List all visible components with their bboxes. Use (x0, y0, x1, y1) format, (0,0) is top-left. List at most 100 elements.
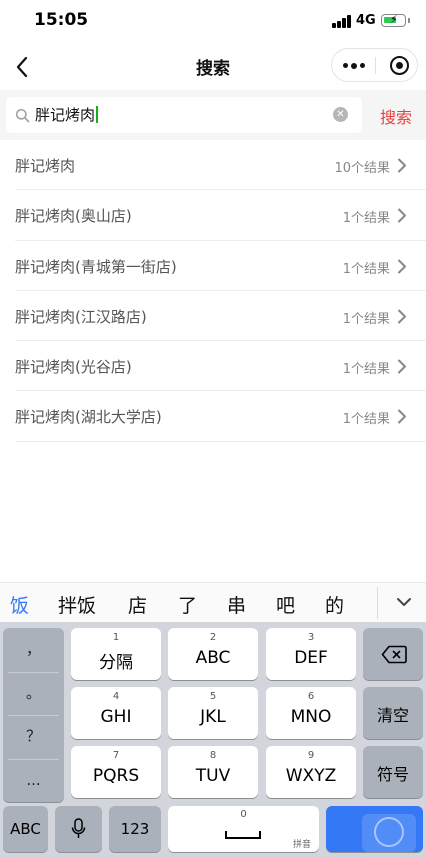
key-5[interactable]: 5 JKL (168, 687, 258, 739)
key-number: 6 (307, 691, 315, 702)
microphone-icon (71, 818, 86, 838)
space-sub-label: 拼音 (292, 840, 311, 850)
symbol-key[interactable]: 符号 (363, 746, 423, 798)
key-number: 8 (209, 750, 217, 761)
search-icon (15, 108, 30, 123)
space-number: 0 (240, 809, 247, 820)
key-label: 分隔 (99, 653, 133, 673)
capsule-divider (375, 57, 376, 74)
backspace-key[interactable] (363, 628, 423, 680)
key-7[interactable]: 7 PQRS (71, 746, 161, 798)
clear-key[interactable]: 清空 (363, 687, 423, 739)
result-count: 1个结果 (342, 211, 390, 227)
backspace-icon (381, 645, 407, 664)
candidate-word[interactable]: 了 (178, 591, 197, 618)
candidate-bar: 饭 拌饭 店 了 串 吧 的 (0, 582, 426, 622)
number-mode-key[interactable]: 123 (109, 806, 161, 852)
microphone-key[interactable] (55, 806, 102, 852)
clear-icon[interactable]: ✕ (333, 107, 348, 122)
candidate-word[interactable]: 饭 (10, 591, 29, 618)
candidate-word[interactable]: 拌饭 (58, 591, 96, 618)
punctuation-column: ， 。 ？ ... (3, 628, 64, 802)
key-label: PQRS (92, 766, 140, 786)
chevron-down-icon[interactable] (396, 596, 412, 608)
key-number: 2 (209, 632, 217, 643)
key-number: 5 (209, 691, 217, 702)
space-key[interactable]: 0 拼音 (168, 806, 319, 852)
key-number: 7 (112, 750, 120, 761)
abc-key-label: ABC (10, 820, 41, 838)
result-name: 胖记烤肉 (15, 157, 76, 175)
result-row[interactable]: 胖记烤肉(江汉路店) 1个结果 (15, 291, 426, 342)
abc-key[interactable]: ABC (3, 806, 48, 852)
results-list: 胖记烤肉 10个结果 胖记烤肉(奥山店) 1个结果 胖记烤肉(青城第一街店) 1… (0, 140, 426, 442)
mini-program-capsule (331, 48, 418, 82)
key-8[interactable]: 8 TUV (168, 746, 258, 798)
result-count: 10个结果 (334, 161, 390, 176)
search-query-text: 胖记烤肉 (35, 106, 96, 124)
number-mode-label: 123 (120, 820, 150, 838)
text-caret (96, 106, 99, 123)
symbol-key-label: 符号 (376, 765, 409, 784)
search-input[interactable]: 胖记烤肉 ✕ (6, 97, 362, 133)
key-label: TUV (195, 766, 231, 786)
key-number: 3 (307, 632, 315, 643)
battery-icon: ⚡ (381, 13, 410, 27)
chevron-right-icon (398, 309, 406, 324)
key-label: MNO (290, 707, 332, 727)
search-query: 胖记烤肉 (35, 104, 99, 125)
candidate-word[interactable]: 的 (325, 591, 344, 618)
key-2[interactable]: 2 ABC (168, 628, 258, 680)
punctuation-key[interactable]: 。 (3, 672, 64, 716)
candidate-word[interactable]: 吧 (276, 591, 295, 618)
chevron-right-icon (398, 409, 406, 424)
key-label: JKL (200, 707, 226, 727)
clear-key-label: 清空 (376, 706, 409, 725)
status-time: 15:05 (34, 10, 89, 30)
punctuation-key[interactable]: ... (3, 759, 64, 803)
watermark-logo (362, 814, 416, 852)
result-count: 1个结果 (342, 261, 390, 277)
key-label: GHI (100, 707, 132, 727)
key-number: 4 (112, 691, 120, 702)
search-button[interactable]: 搜索 (380, 104, 412, 128)
result-name: 胖记烤肉(奥山店) (15, 207, 132, 226)
network-type: 4G (356, 13, 376, 28)
search-bar: 胖记烤肉 ✕ 搜索 (0, 90, 426, 140)
key-label: ABC (195, 648, 231, 668)
target-circle-icon[interactable] (390, 56, 409, 75)
candidate-word[interactable]: 店 (128, 591, 147, 618)
result-row[interactable]: 胖记烤肉(奥山店) 1个结果 (15, 190, 426, 241)
chevron-right-icon (398, 158, 406, 173)
candidate-divider (377, 587, 378, 619)
more-dots-icon[interactable] (343, 62, 365, 69)
signal-icon (332, 15, 352, 28)
chevron-right-icon (398, 259, 406, 274)
status-bar: 15:05 4G ⚡ (0, 0, 426, 44)
chevron-right-icon (398, 208, 406, 223)
space-icon (225, 831, 261, 839)
key-4[interactable]: 4 GHI (71, 687, 161, 739)
result-count: 1个结果 (342, 412, 390, 428)
candidate-word[interactable]: 串 (227, 591, 246, 618)
punctuation-key[interactable]: ， (3, 628, 64, 672)
key-1[interactable]: 1 分隔 (71, 628, 161, 680)
punctuation-key[interactable]: ？ (3, 715, 64, 759)
result-count: 1个结果 (342, 311, 390, 327)
result-name: 胖记烤肉(光谷店) (15, 358, 132, 377)
chevron-right-icon (398, 359, 406, 374)
key-label: WXYZ (285, 766, 337, 786)
key-6[interactable]: 6 MNO (266, 687, 356, 739)
key-label: DEF (294, 648, 328, 668)
key-number: 1 (112, 632, 120, 643)
result-row[interactable]: 胖记烤肉 10个结果 (15, 140, 426, 191)
result-count: 1个结果 (342, 362, 390, 378)
result-name: 胖记烤肉(青城第一街店) (15, 257, 177, 276)
key-number: 9 (307, 750, 315, 761)
result-name: 胖记烤肉(江汉路店) (15, 307, 147, 326)
key-9[interactable]: 9 WXYZ (266, 746, 356, 798)
result-row[interactable]: 胖记烤肉(光谷店) 1个结果 (15, 341, 426, 392)
result-row[interactable]: 胖记烤肉(湖北大学店) 1个结果 (15, 391, 426, 442)
result-row[interactable]: 胖记烤肉(青城第一街店) 1个结果 (15, 241, 426, 291)
key-3[interactable]: 3 DEF (266, 628, 356, 680)
